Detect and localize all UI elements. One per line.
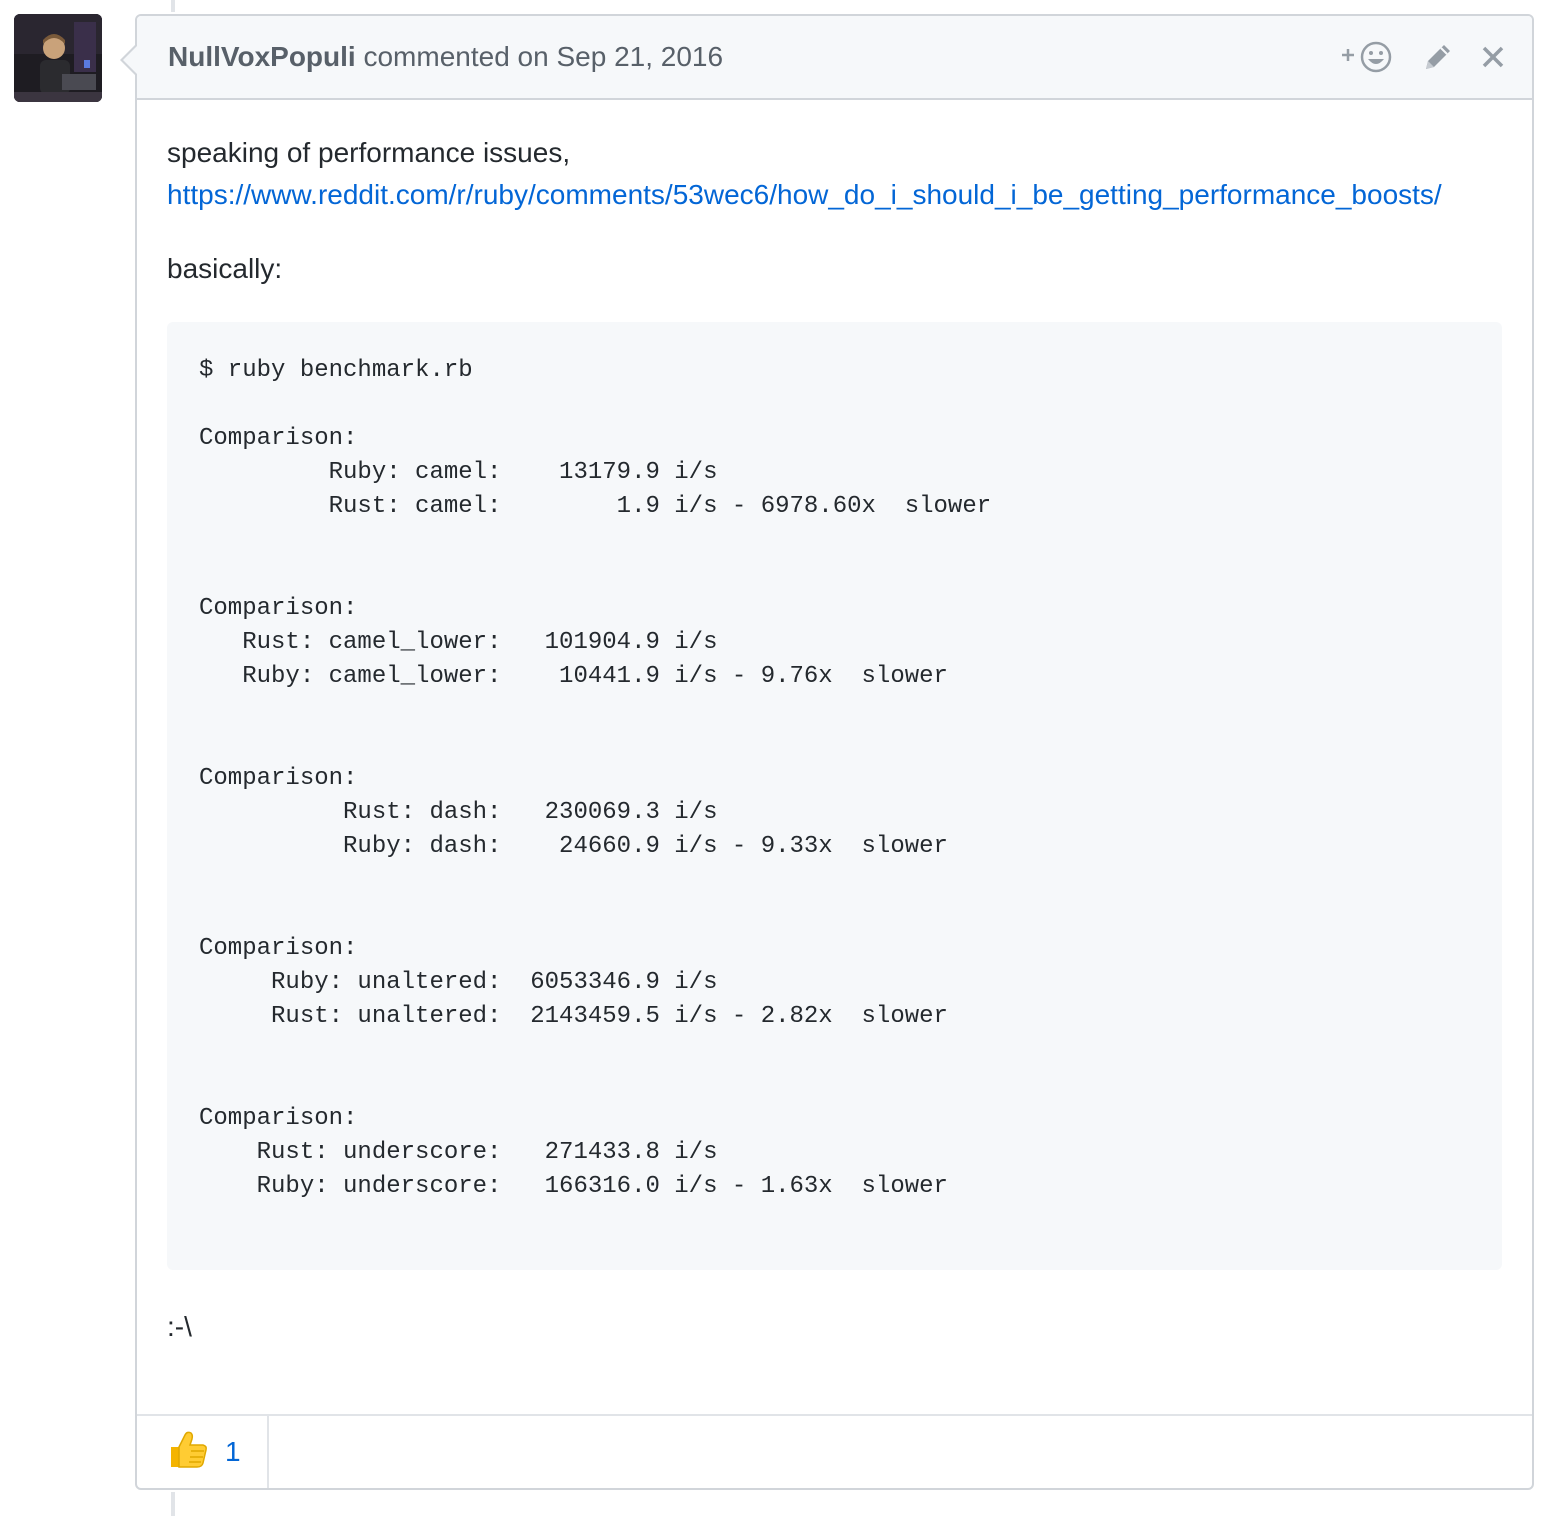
avatar[interactable]: [14, 14, 102, 102]
reaction-thumbs-up-button[interactable]: 1: [137, 1416, 269, 1488]
add-reaction-icon[interactable]: [1340, 39, 1396, 75]
close-icon[interactable]: [1480, 44, 1506, 70]
comment-date[interactable]: Sep 21, 2016: [556, 41, 723, 72]
pencil-icon[interactable]: [1422, 41, 1454, 73]
header-actions: [1340, 39, 1506, 75]
action-text: commented on: [363, 41, 549, 72]
timeline-line-top: [171, 0, 175, 12]
reddit-link[interactable]: https://www.reddit.com/r/ruby/comments/5…: [167, 179, 1442, 210]
intro-text: speaking of performance issues,: [167, 137, 571, 168]
reaction-count: 1: [225, 1436, 241, 1467]
reactions-bar: 1: [137, 1414, 1532, 1488]
lead-text: basically:: [167, 253, 283, 284]
comment-header-text: NullVoxPopuli commented on Sep 21, 2016: [168, 41, 1340, 73]
timeline-line-bottom: [171, 1492, 175, 1516]
comment-header: NullVoxPopuli commented on Sep 21, 2016: [137, 16, 1532, 100]
author-link[interactable]: NullVoxPopuli: [168, 41, 356, 72]
comment-body: speaking of performance issues, https://…: [137, 100, 1532, 1348]
comment-intro-paragraph: speaking of performance issues, https://…: [167, 132, 1502, 216]
closing-text: :-\: [167, 1311, 192, 1342]
thumbs-up-icon: [167, 1429, 209, 1476]
comment-container: NullVoxPopuli commented on Sep 21, 2016: [120, 14, 1534, 1490]
code-block: $ ruby benchmark.rb Comparison: Ruby: ca…: [167, 322, 1502, 1270]
comment-caret-fill: [123, 46, 137, 74]
